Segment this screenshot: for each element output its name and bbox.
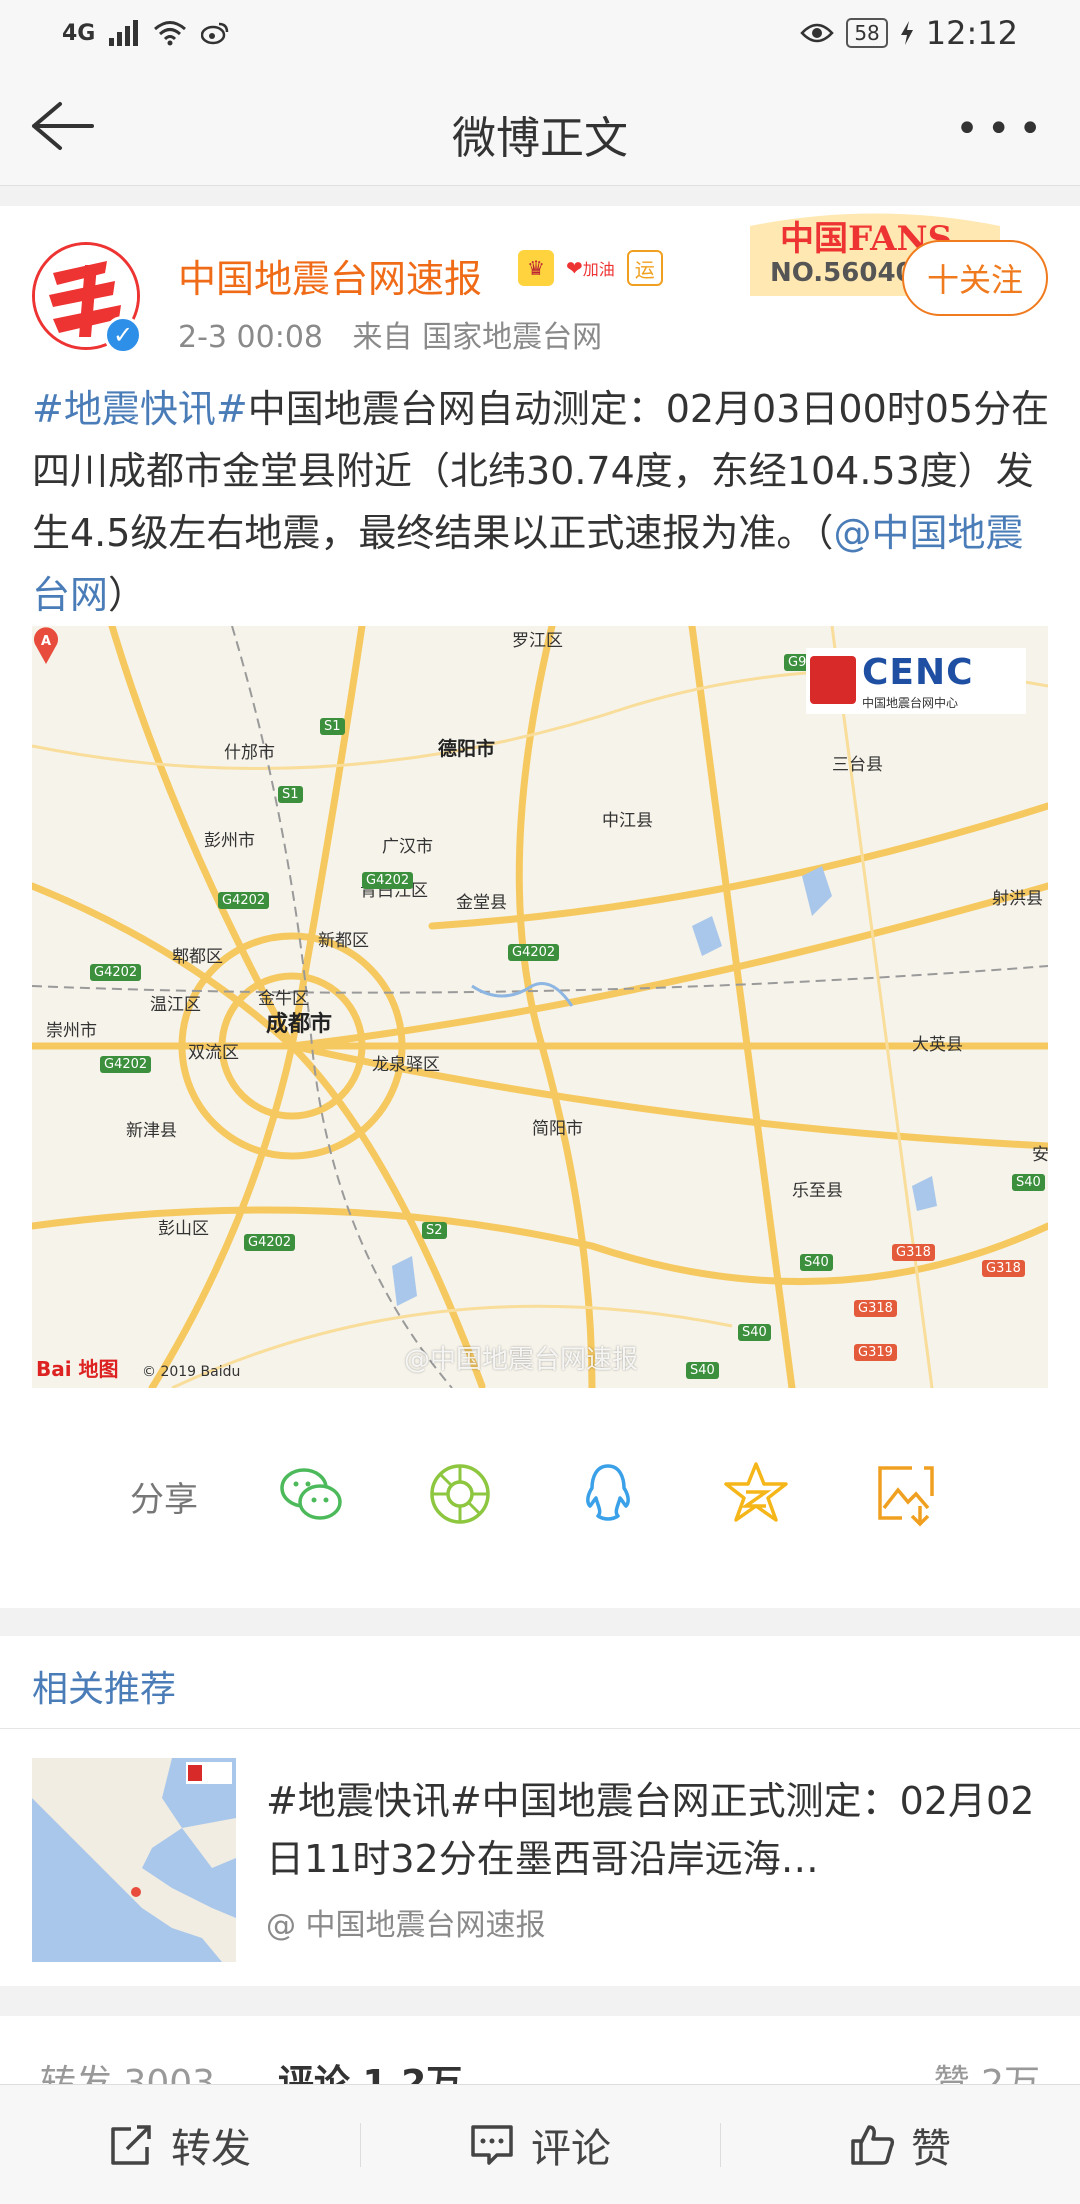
map-label: 成都市 — [266, 1012, 333, 1037]
map-label: 简阳市 — [532, 1119, 583, 1139]
map-label: 彭山区 — [158, 1219, 209, 1239]
battery-indicator: 58 — [846, 18, 888, 48]
map-label: 双流区 — [188, 1043, 239, 1063]
share-row: 分享 — [0, 1442, 1080, 1542]
road-tag: G4202 — [508, 944, 560, 961]
road-tag: S40 — [738, 1324, 771, 1341]
road-tag: G318 — [982, 1260, 1025, 1277]
weibo-notify-icon — [201, 22, 229, 45]
road-tag: G319 — [854, 1344, 897, 1361]
divider — [0, 1728, 1080, 1729]
map-label: 郫都区 — [172, 947, 223, 967]
network-indicator: 4G — [62, 20, 96, 46]
map-label: 温江区 — [150, 995, 201, 1015]
road-tag: G318 — [892, 1244, 935, 1261]
cenc-logo: CENC 中国地震台网中心 — [806, 648, 1026, 714]
map-label: 三台县 — [832, 755, 883, 775]
map-copyright: © 2019 Baidu — [142, 1364, 241, 1380]
road-tag: S2 — [422, 1222, 447, 1239]
post-card: ✓ 中国地震台网速报 ♛ ❤ 加油 运 2-3 00:08 来自 国家地震台网 中… — [0, 206, 1080, 1608]
road-tag: G4202 — [362, 872, 414, 889]
post-body-tail: ） — [108, 573, 147, 617]
related-recommendations: 相关推荐 #地震快讯#中国地震台网正式测定：02月02日11时32分在墨西哥沿岸… — [0, 1636, 1080, 1986]
post-time: 2-3 00:08 — [178, 320, 323, 355]
post-stats: 转发 3003 评论 1.2万 赞 2万 — [0, 2016, 1080, 2104]
yun-badge-icon[interactable]: 运 — [626, 250, 663, 286]
map-label: 广汉市 — [382, 837, 433, 857]
eye-icon — [800, 23, 835, 43]
thumbs-up-icon — [851, 2124, 895, 2165]
save-image-icon[interactable] — [872, 1460, 940, 1528]
road-tag: G4202 — [244, 1234, 296, 1251]
crown-badge-icon[interactable]: ♛ — [518, 250, 554, 286]
like-button[interactable]: 赞 — [720, 2085, 1080, 2204]
signal-icon — [109, 20, 139, 46]
repost-button[interactable]: 转发 — [0, 2085, 360, 2204]
image-watermark: @中国地震台网速报 — [404, 1345, 639, 1375]
map-label: 射洪县 — [992, 889, 1043, 909]
post-body: #地震快讯#中国地震台网自动测定：02月03日00时05分在四川成都市金堂县附近… — [32, 378, 1052, 626]
comment-button[interactable]: 评论 — [360, 2085, 720, 2204]
more-dots-icon[interactable]: ••• — [955, 106, 1050, 152]
road-tag: S40 — [1012, 1174, 1045, 1191]
user-badges: ♛ ❤ 加油 运 — [518, 250, 663, 286]
map-label: 彭州市 — [204, 831, 255, 851]
author-name[interactable]: 中国地震台网速报 — [178, 248, 482, 303]
moments-icon[interactable] — [426, 1460, 494, 1528]
clock: 12:12 — [925, 14, 1018, 52]
post-source: 来自 国家地震台网 — [352, 320, 603, 355]
road-tag: S1 — [278, 786, 303, 803]
map-label: 安 — [1032, 1145, 1048, 1165]
comment-label: 评论 — [531, 2125, 611, 2172]
earthquake-map-image[interactable]: 罗江区 什邡市 德阳市 中江县 三台县 彭州市 广汉市 青白江区 金堂县 新都区… — [32, 626, 1048, 1388]
comment-icon — [471, 2124, 513, 2165]
map-label: 新都区 — [318, 931, 369, 951]
map-label: 新津县 — [126, 1121, 177, 1141]
bottom-action-bar: 转发 评论 赞 — [0, 2084, 1080, 2204]
road-tag: G4202 — [218, 892, 270, 909]
qzone-icon[interactable] — [722, 1460, 790, 1528]
map-label: 什邡市 — [224, 743, 275, 763]
like-label: 赞 — [911, 2125, 951, 2172]
recommend-title[interactable]: #地震快讯#中国地震台网正式测定：02月02日11时32分在墨西哥沿岸远海… — [266, 1772, 1046, 1888]
map-label: 乐至县 — [792, 1181, 843, 1201]
epicenter-pin-icon: A — [34, 627, 58, 664]
status-bar: 4G 58 12:12 — [0, 0, 1080, 66]
charging-icon — [900, 21, 913, 45]
road-tag: S40 — [800, 1254, 833, 1271]
follow-button[interactable]: 十关注 — [902, 240, 1048, 316]
qq-icon[interactable] — [574, 1460, 642, 1528]
recommend-header: 相关推荐 — [32, 1669, 177, 1710]
verified-badge-icon: ✓ — [104, 316, 142, 354]
recommend-source: @ 中国地震台网速报 — [266, 1908, 546, 1943]
recommend-thumbnail[interactable] — [32, 1758, 236, 1962]
map-label: 崇州市 — [46, 1021, 97, 1041]
hashtag-link[interactable]: #地震快讯# — [32, 387, 248, 431]
map-label: 德阳市 — [438, 738, 496, 760]
map-label: 大英县 — [912, 1035, 963, 1055]
road-tag: S1 — [320, 718, 345, 735]
road-tag: G4202 — [90, 964, 142, 981]
navigation-bar: 微博正文 ••• — [0, 66, 1080, 186]
map-label: 金堂县 — [456, 893, 507, 913]
map-label: 中江县 — [602, 811, 653, 831]
cheer-badge-icon[interactable]: ❤ 加油 — [562, 250, 619, 286]
map-label: 龙泉驿区 — [372, 1055, 440, 1075]
share-label: 分享 — [130, 1480, 198, 1520]
map-label: 罗江区 — [512, 631, 563, 651]
mexico-map-thumbnail — [32, 1758, 236, 1962]
wechat-icon[interactable] — [276, 1460, 344, 1528]
road-tag: G318 — [854, 1300, 897, 1317]
svg-text:A: A — [41, 634, 51, 649]
cenc-logo-icon — [810, 656, 856, 704]
repost-icon — [111, 2124, 151, 2165]
road-tag: S40 — [686, 1362, 719, 1379]
repost-label: 转发 — [171, 2125, 251, 2172]
page-title: 微博正文 — [452, 113, 628, 164]
baidu-map-logo: Bai 地图 — [36, 1357, 119, 1381]
wifi-icon — [154, 21, 187, 46]
road-tag: G4202 — [100, 1056, 152, 1073]
post-meta: 2-3 00:08 来自 国家地震台网 — [178, 312, 602, 356]
